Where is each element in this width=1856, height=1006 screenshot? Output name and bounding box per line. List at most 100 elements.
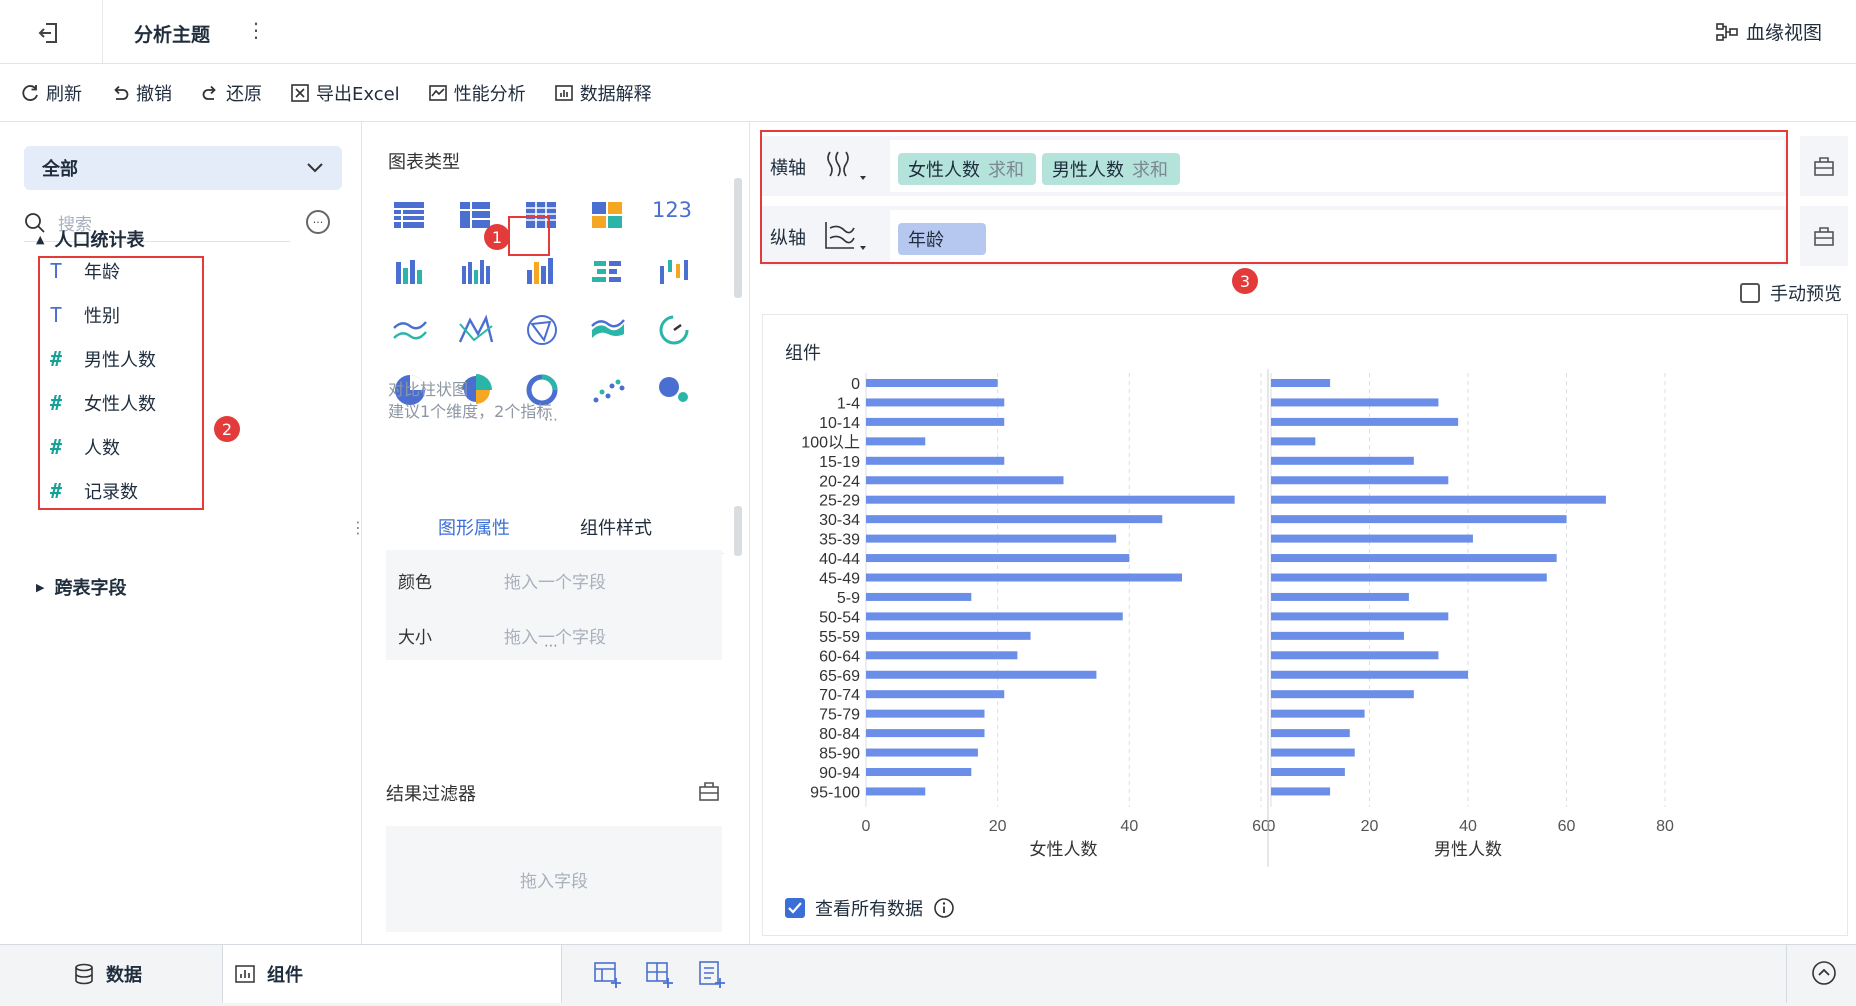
drag-handle-icon[interactable]: ⋯	[544, 412, 558, 428]
filter-drop-zone[interactable]: 拖入字段	[386, 826, 722, 932]
performance-icon	[428, 83, 448, 103]
undo-button[interactable]: 撤销	[110, 80, 172, 106]
bar-chart-icon[interactable]	[522, 254, 562, 290]
y-tick-label: 5-9	[837, 590, 860, 607]
info-icon[interactable]	[933, 897, 955, 919]
chevron-down-icon	[306, 162, 324, 174]
drag-handle-icon[interactable]: ⋯	[544, 638, 558, 654]
more-options-icon[interactable]: ···	[306, 210, 330, 234]
y-tick-label: 50-54	[819, 609, 860, 626]
line-chart-icon[interactable]	[390, 312, 430, 348]
bar	[866, 456, 1005, 465]
scrollbar[interactable]	[734, 506, 742, 556]
x-axis-settings-icon[interactable]	[1800, 136, 1848, 196]
data-tab-label: 数据	[106, 965, 142, 986]
y-tick-label: 30-34	[819, 512, 860, 529]
table-node[interactable]: ▲ 人口统计表	[36, 226, 144, 252]
tab-data[interactable]: 数据	[74, 945, 142, 1003]
radar-line-icon[interactable]	[456, 312, 496, 348]
view-all-data-checkbox[interactable]: 查看所有数据	[785, 895, 955, 921]
refresh-button[interactable]: 刷新	[20, 80, 82, 106]
page-title: 分析主题	[134, 24, 211, 46]
add-report-component-icon[interactable]	[696, 959, 726, 989]
y-tick-label: 85-90	[819, 746, 860, 763]
scope-select[interactable]: 全部	[24, 146, 342, 190]
bar	[866, 787, 926, 796]
y-tick-label: 45-49	[819, 571, 860, 588]
chart-config-panel: 图表类型 123 1 对比柱状图 建议1个维度，2个指标 ⋯ 图形属性 组件样式…	[362, 122, 750, 944]
bar	[1271, 437, 1316, 446]
y-tick-label: 100以上	[801, 433, 860, 451]
bar	[866, 398, 1005, 407]
multi-bar-icon[interactable]	[456, 254, 496, 290]
property-tabs: 图形属性 组件样式	[386, 500, 724, 554]
table-chart-icon[interactable]	[390, 196, 430, 232]
radar-chart-icon[interactable]	[522, 312, 562, 348]
add-table-component-icon[interactable]	[592, 959, 622, 989]
performance-button[interactable]: 性能分析	[428, 80, 526, 106]
export-excel-button[interactable]: 导出Excel	[290, 80, 400, 106]
bar	[866, 437, 926, 446]
step-badge: 2	[214, 416, 240, 442]
color-drop-zone[interactable]: 颜色 拖入一个字段	[386, 550, 722, 610]
bar	[866, 379, 998, 387]
kpi-card-icon[interactable]	[588, 196, 628, 232]
bar	[866, 690, 1005, 699]
checkbox-icon	[1740, 283, 1760, 303]
comparison-bar-icon[interactable]	[588, 254, 628, 290]
redo-button[interactable]: 还原	[200, 80, 262, 106]
comparison-bar-chart: 0 1-4 10-14100以上 15-19 20-24 25-29 30-34 35-39 4…	[801, 369, 1674, 867]
lineage-view-button[interactable]: 血缘视图	[1716, 18, 1822, 45]
number-card-icon[interactable]: 123	[652, 192, 692, 228]
divider	[1786, 945, 1787, 1003]
bar	[1271, 631, 1404, 640]
scatter-chart-icon[interactable]	[588, 372, 628, 408]
tab-component-style[interactable]: 组件样式	[580, 514, 652, 540]
collapse-up-icon[interactable]	[1810, 959, 1840, 989]
bar	[1271, 476, 1449, 485]
bar	[866, 417, 1005, 426]
bar	[866, 729, 985, 738]
undo-icon	[110, 83, 130, 103]
cross-table-node[interactable]: ▶ 跨表字段	[36, 574, 126, 600]
more-icon[interactable]: ⋮	[246, 18, 266, 42]
bar	[1271, 670, 1468, 679]
scrollbar[interactable]	[734, 178, 742, 298]
gauge-chart-icon[interactable]	[654, 312, 694, 348]
bar	[866, 554, 1130, 563]
bar	[866, 573, 1182, 582]
x-axis-title: 女性人数	[1030, 840, 1098, 859]
cross-table-label: 跨表字段	[54, 578, 127, 599]
data-field-panel: 全部 搜索 ··· ▲ 人口统计表 T 年龄 T 性别 # 男性人数 # 女性人…	[0, 122, 366, 944]
y-tick-label: 10-14	[819, 415, 860, 432]
x-tick-label: 40	[1459, 818, 1477, 835]
excel-icon	[290, 83, 310, 103]
filter-settings-icon[interactable]	[698, 780, 720, 802]
manual-preview-checkbox[interactable]: 手动预览	[1740, 280, 1842, 306]
x-tick-label: 40	[1120, 818, 1138, 835]
toolbar: 刷新 撤销 还原 导出Excel 性能分析 数据解释	[0, 64, 1856, 122]
y-axis-settings-icon[interactable]	[1800, 206, 1848, 266]
x-tick-label: 0	[862, 818, 871, 835]
redo-label: 还原	[226, 83, 262, 105]
range-bar-icon[interactable]	[654, 254, 694, 290]
grouped-bar-icon[interactable]	[390, 254, 430, 290]
undo-label: 撤销	[136, 83, 172, 105]
bubble-chart-icon[interactable]	[654, 372, 694, 408]
y-tick-label: 25-29	[819, 493, 860, 510]
explain-button[interactable]: 数据解释	[554, 80, 652, 106]
tab-graphic-properties[interactable]: 图形属性	[438, 514, 510, 540]
y-tick-label: 60-64	[819, 648, 860, 665]
exit-icon[interactable]	[36, 20, 62, 46]
bar	[866, 612, 1123, 621]
add-dashboard-component-icon[interactable]	[644, 959, 674, 989]
bar	[1271, 729, 1350, 738]
y-tick-label: 1-4	[837, 395, 860, 412]
x-tick-label: 20	[989, 818, 1007, 835]
divider	[102, 0, 103, 64]
tab-component[interactable]: 组件	[222, 945, 562, 1003]
bar	[1271, 592, 1409, 601]
area-chart-icon[interactable]	[588, 312, 628, 348]
color-placeholder: 拖入一个字段	[504, 572, 606, 593]
y-tick-label: 95-100	[810, 784, 860, 801]
